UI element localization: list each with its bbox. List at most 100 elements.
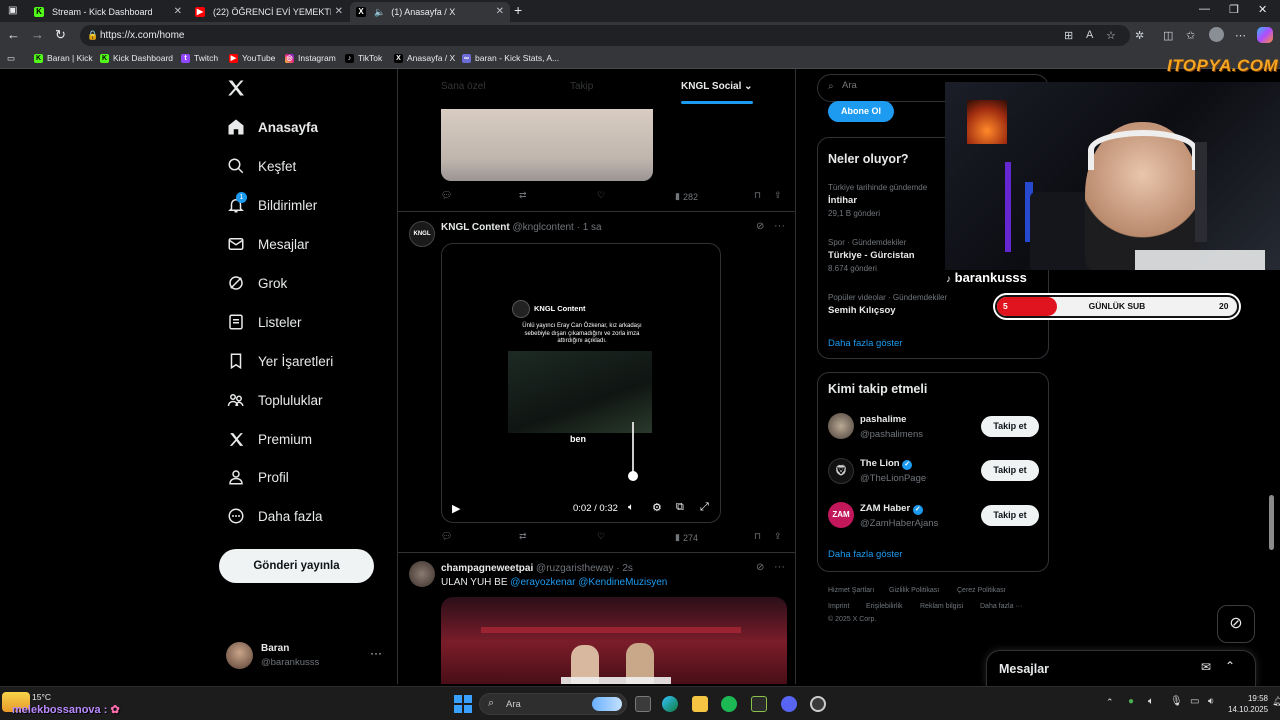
scrollbar-thumb[interactable] [1269,495,1274,550]
show-more-link[interactable]: Daha fazla göster [828,338,902,349]
mention-link[interactable]: @erayozkenar [510,577,575,588]
new-message-icon[interactable]: ✉ [1201,660,1211,674]
notifications-bell-icon[interactable]: 🔔︎ [1272,696,1280,707]
nav-home[interactable]: Anasayfa [226,117,318,137]
back-icon[interactable]: ← [7,27,20,42]
maximize-icon[interactable]: ❐ [1229,3,1239,16]
nav-bookmarks[interactable]: Yer İşaretleri [226,351,333,371]
repost-icon[interactable]: ⇄ [519,190,527,201]
post-time[interactable]: 2s [622,563,633,574]
file-explorer-icon[interactable] [692,696,708,712]
user-name-row[interactable]: ZAM Haber ✓ [860,503,923,515]
weather-temp[interactable]: 15°C [32,692,51,702]
avatar[interactable] [409,561,435,587]
show-more-link[interactable]: Daha fazla göster [828,549,902,560]
nav-lists[interactable]: Listeler [226,312,302,332]
footer-link[interactable]: Daha fazla ··· [980,603,1022,610]
favorites-icon[interactable]: ✩ [1186,29,1195,42]
post-image[interactable] [441,109,653,181]
split-screen-icon[interactable]: ◫ [1163,29,1173,42]
reload-icon[interactable]: ↻ [55,27,66,43]
follow-button[interactable]: Takip et [981,505,1039,526]
play-icon[interactable]: ▶ [452,502,460,515]
tab-actions-icon[interactable]: ▣ [8,5,17,16]
footer-link[interactable]: Hizmet Şartları [828,587,874,594]
follow-button[interactable]: Takip et [981,460,1039,481]
grok-floating-button[interactable]: ⊘ [1217,605,1255,643]
nav-grok[interactable]: Grok [226,273,287,293]
speaker-icon[interactable]: 🔈︎ [1148,696,1154,707]
bookmark-icon[interactable]: ⊓ [754,190,761,201]
bookmark-tiktok[interactable]: ♪ TikTok [345,53,382,63]
views-stat[interactable]: ▮ 282 [675,191,698,202]
bookmark-kick-stats[interactable]: ∞ baran - Kick Stats, A... [462,53,559,63]
picture-in-picture-icon[interactable]: ⧉ [676,501,684,514]
more-options-icon[interactable]: ··· [774,561,785,573]
user-name[interactable]: pashalime [860,414,906,425]
avatar[interactable]: ZAM [828,502,854,528]
avatar[interactable]: 🦁︎ [828,458,854,484]
minimize-icon[interactable]: — [1199,3,1210,15]
apps-icon[interactable]: ⊞ [1064,29,1073,42]
volume-icon[interactable]: 🔉︎ [1208,696,1214,707]
video-player[interactable]: KNGL Content Ünlü yayıncı Eray Can Özken… [441,243,721,523]
tab-for-you[interactable]: Sana özel [441,81,485,92]
views-stat[interactable]: ▮ 274 [675,532,698,543]
messages-drawer[interactable]: Mesajlar ✉ ⌃ [986,650,1256,686]
close-icon[interactable]: ✕ [496,6,504,17]
author-name[interactable]: KNGL Content [441,222,510,233]
user-name-row[interactable]: The Lion ✓ [860,458,913,470]
share-icon[interactable]: ⇪ [774,190,782,201]
bookmark-folder-icon[interactable]: ▭ [7,53,15,64]
edge-icon[interactable] [662,696,678,712]
share-icon[interactable]: ⇪ [774,531,782,542]
account-switcher[interactable]: Baran @barankusss ··· [226,640,386,672]
follow-button[interactable]: Takip et [981,416,1039,437]
bookmark-icon[interactable]: ⊓ [754,531,761,542]
footer-link[interactable]: Çerez Politikası [957,587,1006,594]
app-icon[interactable] [751,696,767,712]
task-view-icon[interactable] [635,696,651,712]
tab-kick-dashboard[interactable]: K Stream - Kick Dashboard ✕ [28,2,188,22]
tab-following[interactable]: Takip [570,81,593,92]
copilot-icon[interactable] [1257,27,1273,43]
grok-icon[interactable]: ⊘ [756,221,764,232]
bookmark-kick-dashboard[interactable]: K Kick Dashboard [100,53,173,63]
microphone-icon[interactable]: 🎙︎ [1170,696,1183,707]
tray-app-icon[interactable]: ● [1128,696,1134,707]
reply-icon[interactable]: 💬︎ [441,531,452,542]
forward-icon[interactable]: → [31,27,44,42]
nav-messages[interactable]: Mesajlar [226,234,309,254]
close-icon[interactable]: ✕ [174,6,182,17]
author-handle[interactable]: @ruzgaristheway [536,563,613,574]
more-options-icon[interactable]: ⋯ [1235,29,1246,42]
settings-gear-icon[interactable]: ⚙ [652,501,662,514]
favorite-star-icon[interactable]: ☆ [1106,29,1116,42]
author-name[interactable]: champagneweetpai [441,563,533,574]
speaker-icon[interactable]: 🔈 [374,7,385,18]
avatar[interactable] [828,413,854,439]
chevron-up-icon[interactable]: ⌃ [1106,697,1114,708]
bookmark-youtube[interactable]: ▶ YouTube [229,53,275,63]
profile-avatar[interactable] [1209,27,1224,42]
bookmark-baran-kick[interactable]: K Baran | Kick [34,53,93,63]
window-close-icon[interactable]: ✕ [1258,3,1267,16]
new-tab-icon[interactable]: + [514,2,522,18]
chevron-up-icon[interactable]: ⌃ [1225,659,1235,673]
tab-kngl-social[interactable]: KNGL Social ⌄ [681,81,753,92]
taskbar-search[interactable]: ⌕ Ara [479,693,627,715]
bookmark-x[interactable]: X Anasayfa / X [394,53,455,63]
grok-icon[interactable]: ⊘ [756,562,764,573]
footer-link[interactable]: Erişilebilirlik [866,603,903,610]
close-icon[interactable]: ✕ [335,6,343,17]
app-icon[interactable] [810,696,826,712]
like-icon[interactable]: ♡ [597,190,605,201]
nav-more[interactable]: Daha fazla [226,506,323,526]
tab-x-home[interactable]: X 🔈 (1) Anasayfa / X ✕ [350,2,510,22]
subscribe-button[interactable]: Abone Ol [828,101,894,122]
read-aloud-icon[interactable]: A [1086,29,1093,41]
bookmark-twitch[interactable]: t Twitch [181,53,218,63]
clock[interactable]: 19:58 14.10.2025 [1228,693,1268,715]
network-icon[interactable]: ▭ [1190,696,1199,707]
discord-icon[interactable] [781,696,797,712]
